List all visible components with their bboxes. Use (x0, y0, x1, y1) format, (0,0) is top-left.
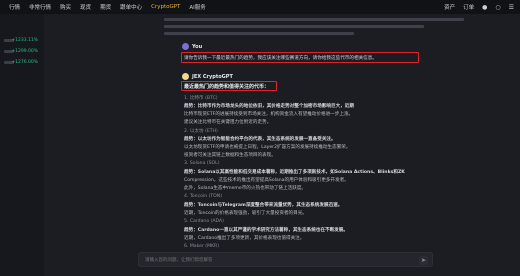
answer-line: 以太坊现货ETF的申请也被提上日程，Layer2扩容方案的发展持续推动生态繁荣。 (184, 145, 351, 150)
nav-item-cryptogpt[interactable]: CryptoGPT (151, 4, 180, 10)
nav-item-assets[interactable]: 资产 (444, 3, 455, 11)
bot-avatar (182, 73, 189, 80)
answer-line: 3. Solana (SOL) (184, 161, 220, 166)
answer-line: 1. 比特币 (BTC) (184, 96, 218, 101)
top-navigation-bar: 行情 非常行情 购买 现货 期货 跟单中心 CryptoGPT AI服务 资产 … (0, 0, 520, 14)
answer-line: 近期，Toncoin的价格表现强劲，吸引了大量投资者的目光。 (184, 211, 307, 216)
chat-input[interactable] (145, 256, 405, 264)
answer-line: 投资者可关注其链上数据和生态项目的表现。 (184, 153, 276, 158)
bot-name: JEX CryptoGPT (192, 73, 233, 80)
nav-item-futures[interactable]: 期货 (100, 3, 111, 11)
answer-line: 近期，Cardano推出了多项更新，其价格表现也值得关注。 (184, 236, 305, 241)
nav-item-market[interactable]: 行情 (9, 3, 20, 11)
answer-line: 趋势：比特币作为市场龙头的地位依旧，其价格走势对整个加密市场影响巨大，近期 (184, 104, 354, 109)
bot-message-header: JEX CryptoGPT (182, 73, 233, 80)
globe-icon[interactable]: ○ (495, 4, 500, 11)
user-name: You (192, 43, 203, 50)
send-icon[interactable]: ➤ (419, 256, 428, 265)
answer-line: 趋势：Toncoin与Telegram深度整合带来流量优势，其生态系统发展迅速。 (184, 203, 343, 208)
user-message-header: You (182, 43, 202, 50)
market-row[interactable]: +1299.00% (0, 48, 44, 58)
menu-icon[interactable]: ☰ (509, 4, 514, 11)
answer-heading: 最近最热门的趋势和值得关注的代币： (184, 84, 270, 90)
market-row[interactable]: +1233.11% (0, 37, 44, 47)
market-row[interactable]: +1276.00% (0, 59, 44, 69)
user-question-text: 请你告诉我一下最近最热门的趋势，我应该关注哪些赛道方向，请你给我这些代币的相关信… (184, 55, 377, 61)
answer-line: 建议关注比特币在关键阻力位附近的走势。 (184, 120, 272, 125)
chat-input-bar: ➤ (138, 252, 433, 267)
answer-line: 此外，Solana生态中meme币的火热也带动了链上活跃度。 (184, 186, 307, 191)
chat-panel: You 请你告诉我一下最近最热门的趋势，我应该关注哪些赛道方向，请你给我这些代币… (44, 14, 520, 276)
previous-message-line (164, 32, 354, 35)
user-icon[interactable]: ● (482, 4, 487, 11)
nav-item-copy-trading[interactable]: 跟单中心 (120, 3, 142, 11)
nav-item-buy[interactable]: 购买 (60, 3, 71, 11)
change-percent: +1276.00% (11, 60, 38, 65)
answer-line: 趋势：Solana以其高性能和低交易成本著称，近期推出了多项新技术，如Solan… (184, 170, 405, 175)
market-sidebar: +1233.11% +1299.00% +1276.00% (0, 14, 44, 276)
nav-item-spot[interactable]: 现货 (80, 3, 91, 11)
answer-line: 趋势：以太坊作为智能合约平台的代表，其生态系统的发展一直备受关注。 (184, 137, 336, 142)
answer-line: 6. Maker (MKR) (184, 244, 220, 249)
nav-item-orders[interactable]: 订单 (463, 3, 474, 11)
change-percent: +1299.00% (11, 49, 38, 54)
answer-line: 2. 以太坊 (ETH) (184, 129, 218, 134)
answer-line: 趋势：Cardano一直以其严谨的学术研究方法著称，其生态系统也在不断发展。 (184, 228, 348, 233)
answer-line: 5. Cardano (ADA) (184, 219, 224, 224)
nav-item-ai-service[interactable]: AI服务 (189, 3, 205, 11)
change-percent: +1233.11% (11, 38, 38, 43)
user-avatar (182, 43, 189, 50)
answer-line: 比特币现货ETF的进展持续受到市场关注，机构资金流入有望推动价格进一步上涨。 (184, 112, 354, 117)
previous-message-line (164, 18, 464, 21)
nav-item-hot-market[interactable]: 非常行情 (29, 3, 51, 11)
top-right-actions: 资产 订单 ● ○ ☰ (436, 0, 514, 14)
answer-line: 4. Toncoin (TON) (184, 194, 223, 199)
answer-line: Compression，这些技术的推出有望提高Solana的用户体验和吸引更多开… (184, 178, 349, 183)
previous-message-line (164, 25, 424, 28)
